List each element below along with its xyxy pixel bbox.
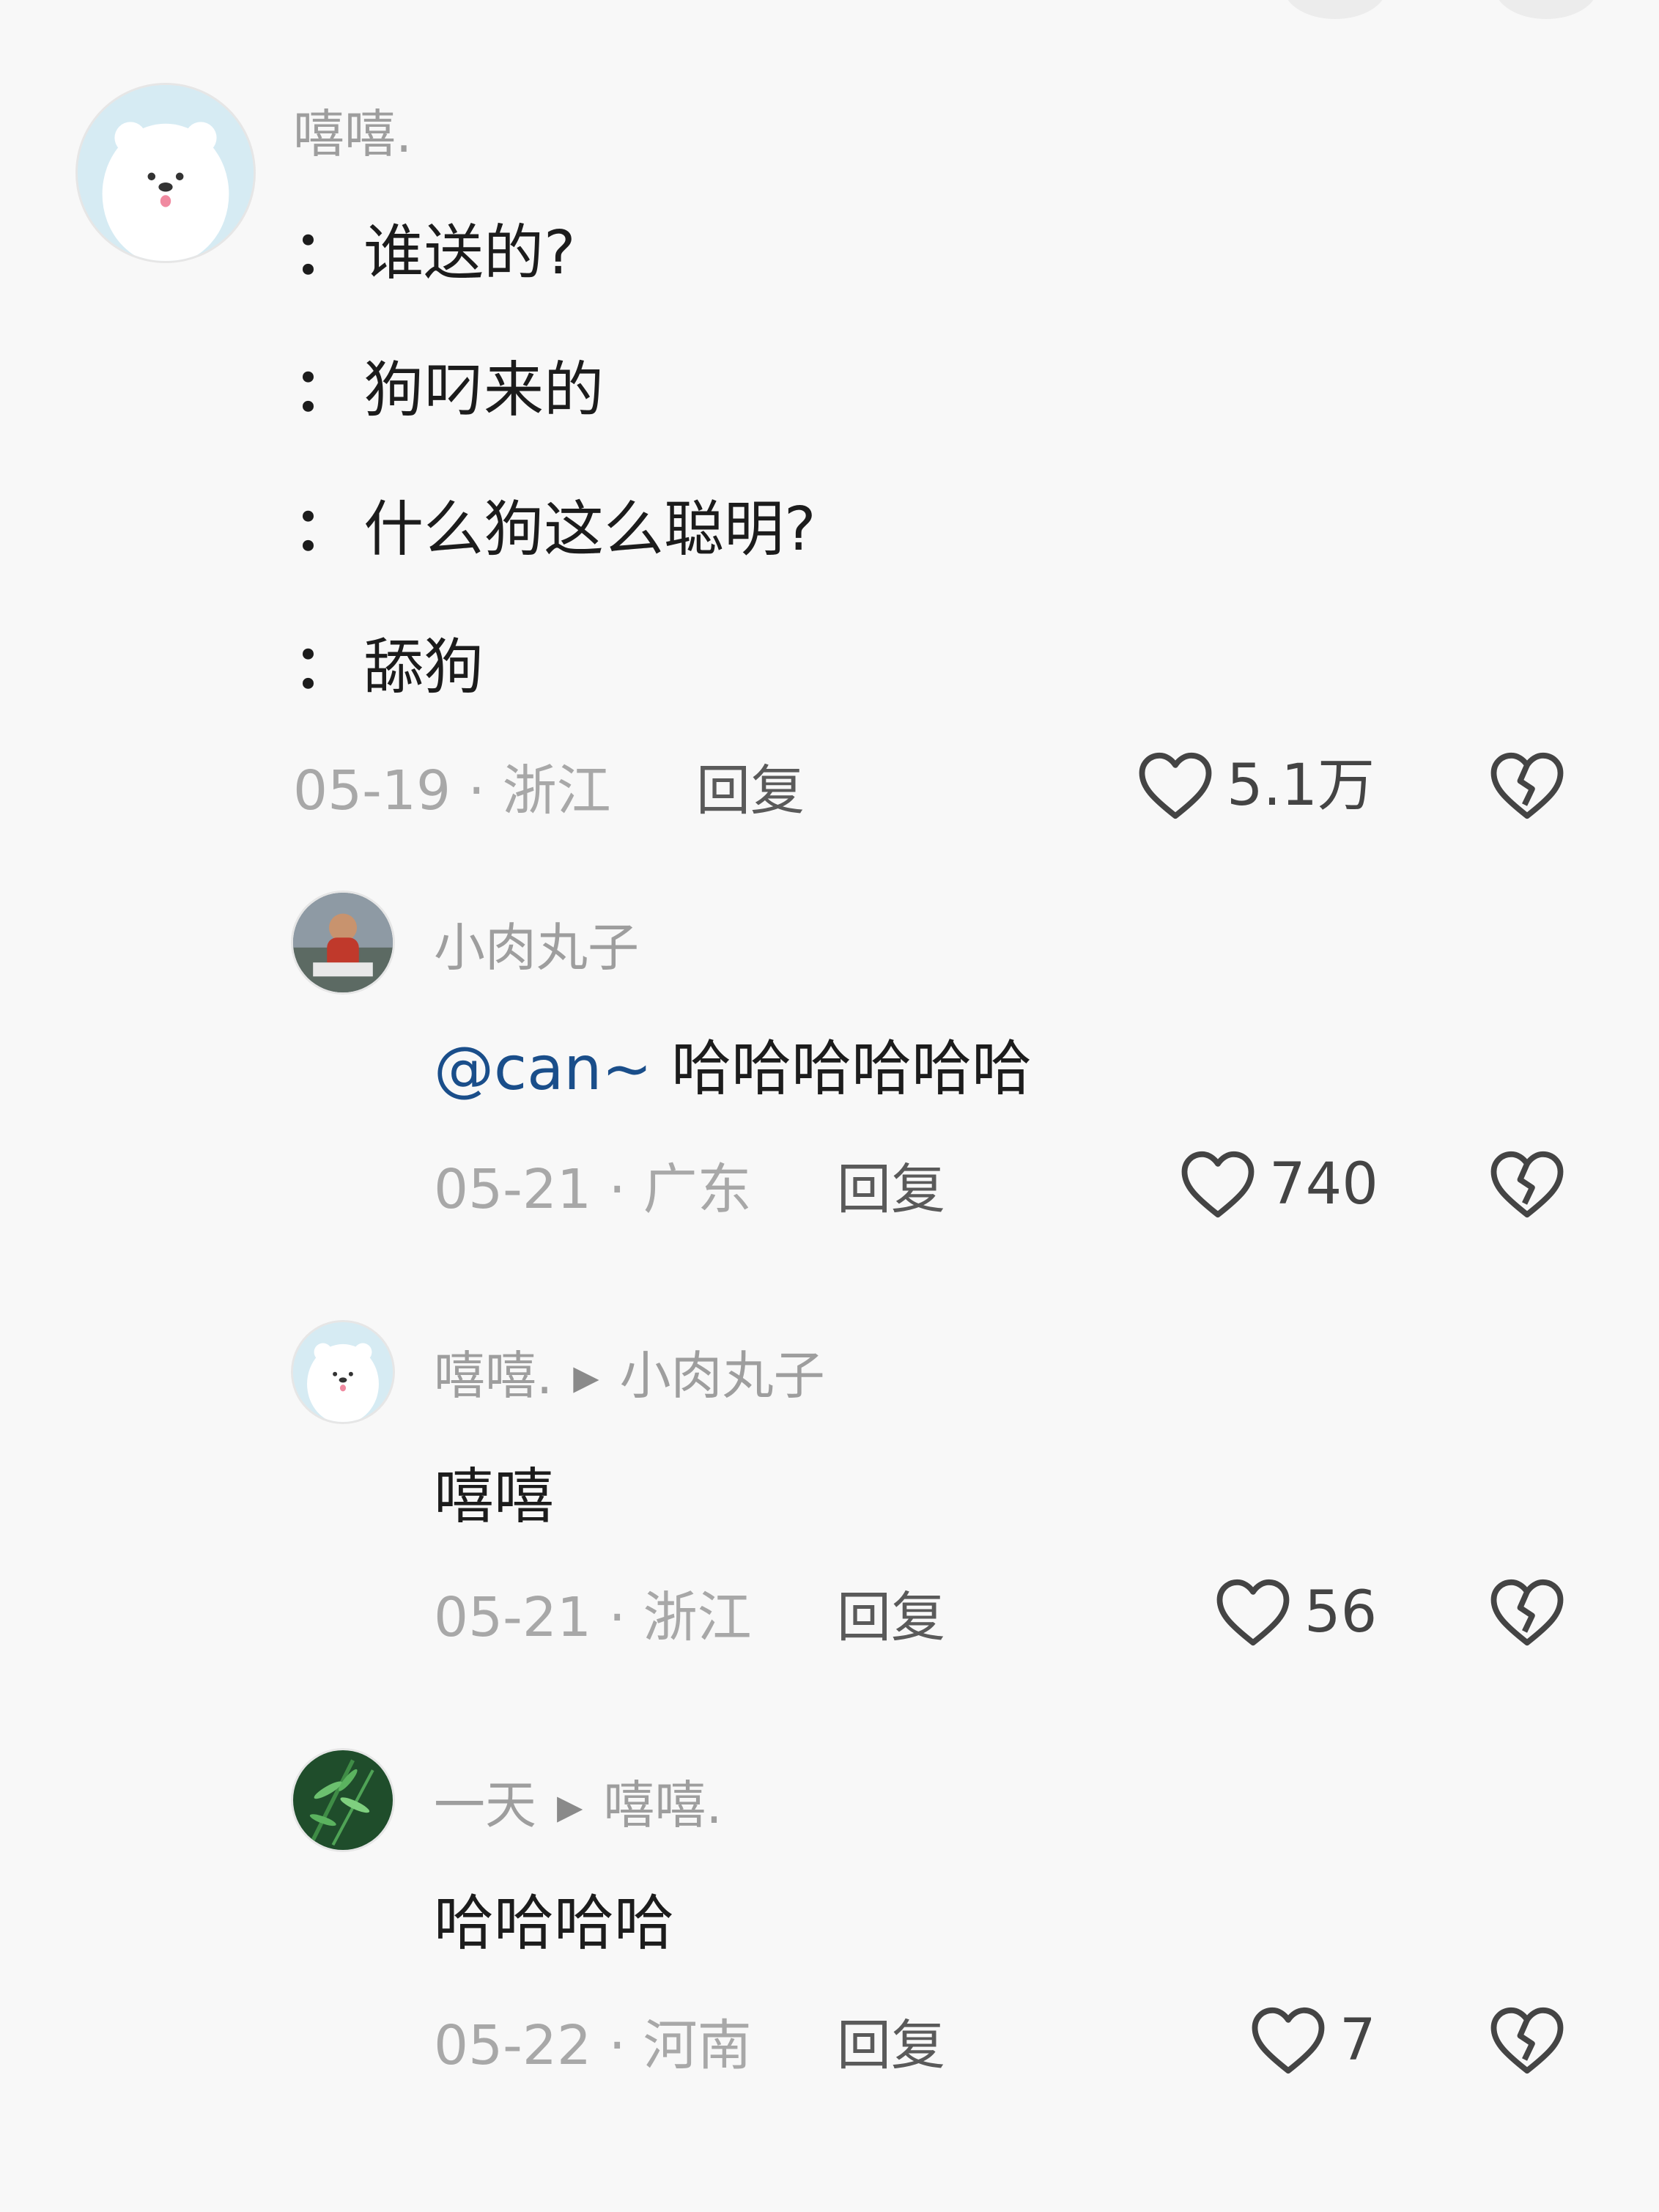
reply-date: 05-21 — [434, 1158, 592, 1221]
reply-meta: 05-21 · 浙江 — [434, 1590, 752, 1645]
comment-meta: 05-19 · 浙江 — [293, 764, 611, 818]
reply-button[interactable]: 回复 — [696, 764, 805, 818]
reply-arrow-icon: ▶ — [557, 1787, 583, 1826]
avatar[interactable] — [78, 85, 254, 261]
colon-mark: ： — [293, 218, 354, 288]
heart-outline-icon — [1139, 752, 1212, 819]
like-button[interactable]: 7 — [1250, 2005, 1376, 2076]
comment-line-text: 舔狗 — [363, 633, 484, 702]
polar-bear-avatar-icon — [293, 1322, 393, 1422]
like-count: 56 — [1304, 1579, 1378, 1645]
reply-date: 05-21 — [434, 1586, 592, 1649]
comment-date: 05-19 — [293, 759, 451, 822]
reply-username[interactable]: 嘻嘻. ▶ 小肉丸子 — [434, 1350, 825, 1401]
avatar[interactable] — [293, 1322, 393, 1422]
reply-target[interactable]: 嘻嘻. — [603, 1775, 722, 1835]
colon-mark: ： — [293, 633, 354, 702]
meta-separator: · — [451, 759, 503, 822]
reply-text: 哈哈哈哈 — [434, 1889, 675, 1958]
reply-location: 河南 — [643, 2014, 752, 2077]
colon-mark: ： — [293, 495, 354, 564]
comment-line: ：狗叼来的 — [293, 361, 604, 421]
comment-line-text: 狗叼来的 — [363, 355, 605, 425]
reply-date: 05-22 — [434, 2014, 592, 2077]
comment-username[interactable]: 嘻嘻. — [293, 108, 412, 160]
dislike-button[interactable] — [1489, 751, 1565, 824]
broken-heart-icon — [1490, 752, 1564, 819]
reply-target[interactable]: 小肉丸子 — [620, 1346, 825, 1406]
like-button[interactable]: 5.1万 — [1137, 751, 1375, 821]
colon-mark: ： — [293, 355, 354, 425]
reply-arrow-icon: ▶ — [573, 1357, 599, 1397]
like-count: 740 — [1269, 1151, 1378, 1217]
reply-meta: 05-22 · 河南 — [434, 2019, 752, 2073]
dislike-button[interactable] — [1489, 1149, 1565, 1223]
broken-heart-icon — [1490, 2007, 1564, 2074]
mention-link[interactable]: @can~ — [434, 1034, 652, 1104]
polar-bear-avatar-icon — [78, 85, 254, 261]
reply-text-body: 哈哈哈哈哈哈 — [671, 1034, 1032, 1104]
photo-avatar-icon — [293, 893, 393, 992]
avatar[interactable] — [293, 893, 393, 992]
reply-username[interactable]: 小肉丸子 — [434, 922, 639, 973]
meta-separator: · — [591, 1158, 643, 1221]
comment-line: ：舔狗 — [293, 638, 484, 698]
reply-location: 广东 — [643, 1158, 752, 1221]
reply-text: 嘻嘻 — [434, 1462, 555, 1532]
comment-location: 浙江 — [502, 759, 611, 822]
bamboo-avatar-icon — [293, 1750, 393, 1850]
dislike-button[interactable] — [1489, 1577, 1565, 1651]
avatar[interactable] — [293, 1750, 393, 1850]
top-action-button-1[interactable] — [1284, 0, 1386, 19]
reply-author[interactable]: 一天 — [434, 1775, 536, 1835]
broken-heart-icon — [1490, 1579, 1564, 1646]
comment-line-text: 什么狗这么聪明? — [363, 495, 816, 564]
reply-text: @can~ 哈哈哈哈哈哈 — [434, 1039, 1032, 1099]
like-button[interactable]: 56 — [1215, 1577, 1377, 1648]
reply-author[interactable]: 嘻嘻. — [434, 1346, 553, 1406]
comment-line: ：谁送的? — [293, 224, 576, 284]
meta-separator: · — [591, 2014, 643, 2077]
reply-button[interactable]: 回复 — [837, 1590, 945, 1645]
reply-location: 浙江 — [643, 1586, 752, 1649]
reply-username[interactable]: 一天 ▶ 嘻嘻. — [434, 1780, 723, 1831]
top-action-button-2[interactable] — [1495, 0, 1597, 19]
reply-meta: 05-21 · 广东 — [434, 1162, 752, 1217]
like-count: 5.1万 — [1227, 753, 1375, 819]
like-count: 7 — [1340, 2008, 1376, 2073]
dislike-button[interactable] — [1489, 2005, 1565, 2079]
heart-outline-icon — [1216, 1579, 1290, 1646]
comment-line-text: 谁送的? — [363, 218, 576, 288]
heart-outline-icon — [1181, 1151, 1255, 1218]
meta-separator: · — [591, 1586, 643, 1649]
reply-button[interactable]: 回复 — [837, 1162, 945, 1217]
heart-outline-icon — [1252, 2007, 1325, 2074]
comment-line: ：什么狗这么聪明? — [293, 500, 816, 560]
like-button[interactable]: 740 — [1180, 1149, 1378, 1220]
broken-heart-icon — [1490, 1151, 1564, 1218]
reply-button[interactable]: 回复 — [837, 2019, 945, 2073]
